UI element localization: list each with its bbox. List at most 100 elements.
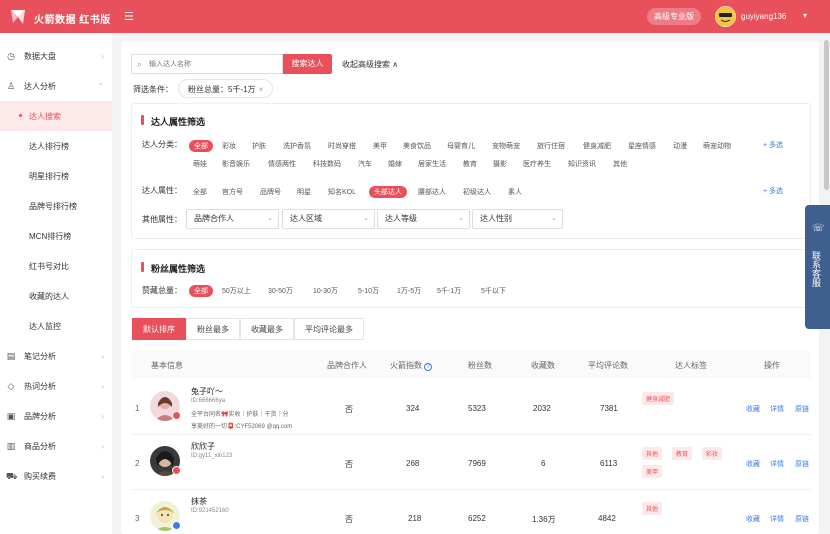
chevron-down-icon[interactable]: ▾ xyxy=(803,11,807,20)
likes-option[interactable]: 5-10万 xyxy=(358,286,379,296)
table-row[interactable]: 3 抹茶 ID:921452160 否 218 6252 1.36万 4842 … xyxy=(131,490,811,534)
tab-most-fans[interactable]: 粉丝最多 xyxy=(186,318,240,340)
sidebar-item-purchase[interactable]: ⛟ 购买续费 › xyxy=(0,461,112,491)
attr-option[interactable]: 明星 xyxy=(297,187,311,197)
attr-option[interactable]: 初级达人 xyxy=(463,187,491,197)
likes-option[interactable]: 10-30万 xyxy=(313,286,338,296)
cart-icon: ⛟ xyxy=(6,471,18,481)
talent-name[interactable]: 抹茶 xyxy=(191,496,207,507)
category-option[interactable]: 医疗养生 xyxy=(523,159,551,169)
category-option[interactable]: 星座情感 xyxy=(628,141,656,151)
collect-link[interactable]: 收藏 xyxy=(746,514,760,524)
sidebar-item-star-ranking[interactable]: 明星排行榜 xyxy=(0,161,112,191)
sidebar-item-dashboard[interactable]: ◷ 数据大盘 › xyxy=(0,41,112,71)
username[interactable]: guyiyang136 xyxy=(741,12,786,21)
category-option[interactable]: 时尚穿搭 xyxy=(328,141,356,151)
category-option[interactable]: 影音娱乐 xyxy=(222,159,250,169)
origin-link[interactable]: 原链 xyxy=(795,404,809,414)
sidebar-item-talent-search[interactable]: 达人搜索 xyxy=(0,101,112,131)
category-option[interactable]: 情感两性 xyxy=(268,159,296,169)
detail-link[interactable]: 详情 xyxy=(770,514,784,524)
category-option[interactable]: 萌宠动物 xyxy=(703,141,731,151)
sidebar-item-talent-ranking[interactable]: 达人排行榜 xyxy=(0,131,112,161)
likes-option[interactable]: 5千以下 xyxy=(481,286,506,296)
attr-option[interactable]: 素人 xyxy=(508,187,522,197)
tab-default-sort[interactable]: 默认排序 xyxy=(132,318,186,340)
advanced-search-toggle[interactable]: 收起高级搜索 ∧ xyxy=(342,59,398,70)
talent-gender-select[interactable]: 达人性别 ⌄ xyxy=(472,209,563,229)
multi-select-attr[interactable]: + 多选 xyxy=(763,186,783,196)
table-row[interactable]: 1 兔子吖～ ID:666666ya 全平台同名🎀实收｜护肤｜干货｜分 享美好的… xyxy=(131,380,811,435)
sidebar-item-note-analysis[interactable]: ▤ 笔记分析 › xyxy=(0,341,112,371)
attr-option[interactable]: 官方号 xyxy=(222,187,243,197)
category-option[interactable]: 健身减肥 xyxy=(583,141,611,151)
filter-condition-tag[interactable]: 粉丝总量：5千-1万 × xyxy=(178,79,274,98)
sidebar-item-mcn-ranking[interactable]: MCN排行榜 xyxy=(0,221,112,251)
sidebar-item-monitor[interactable]: 达人监控 xyxy=(0,311,112,341)
tab-most-collect[interactable]: 收藏最多 xyxy=(240,318,294,340)
collect-link[interactable]: 收藏 xyxy=(746,459,760,469)
fans-filter-section xyxy=(131,249,811,308)
category-option[interactable]: 动漫 xyxy=(673,141,687,151)
category-option[interactable]: 萌娃 xyxy=(193,159,207,169)
menu-collapse-icon[interactable]: ☰ xyxy=(124,10,134,23)
page-scrollbar[interactable] xyxy=(824,40,829,190)
talent-region-select[interactable]: 达人区域 ⌄ xyxy=(282,209,375,229)
talent-level-select[interactable]: 达人等级 ⌄ xyxy=(377,209,470,229)
category-option[interactable]: 美甲 xyxy=(373,141,387,151)
search-button[interactable]: 搜索达人 xyxy=(283,54,332,74)
table-row[interactable]: 2 欣欣子 ID:gy11_xin123 否 268 7969 6 6113 其… xyxy=(131,435,811,490)
detail-link[interactable]: 详情 xyxy=(770,404,784,414)
detail-link[interactable]: 详情 xyxy=(770,459,784,469)
user-avatar[interactable] xyxy=(715,6,736,27)
talent-name[interactable]: 兔子吖～ xyxy=(191,386,223,397)
category-option[interactable]: 护肤 xyxy=(252,141,266,151)
origin-link[interactable]: 原链 xyxy=(795,514,809,524)
rocket-logo-icon[interactable] xyxy=(9,8,27,26)
category-option[interactable]: 汽车 xyxy=(358,159,372,169)
close-icon[interactable]: × xyxy=(259,85,264,94)
sidebar-item-brand-ranking[interactable]: 品牌号排行榜 xyxy=(0,191,112,221)
customer-service-float[interactable]: ☏ 联系客服 xyxy=(805,205,830,329)
category-option[interactable]: 摄影 xyxy=(493,159,507,169)
origin-link[interactable]: 原链 xyxy=(795,459,809,469)
sidebar-item-product-analysis[interactable]: ▥ 商品分析 › xyxy=(0,431,112,461)
attr-option[interactable]: 知名KOL xyxy=(328,187,356,197)
category-option[interactable]: 居家生活 xyxy=(418,159,446,169)
brand-partner-select[interactable]: 品牌合作人 ⌄ xyxy=(186,209,279,229)
category-option[interactable]: 旅行住宿 xyxy=(537,141,565,151)
category-option[interactable]: 彩妆 xyxy=(222,141,236,151)
sidebar-item-brand-analysis[interactable]: ▣ 品牌分析 › xyxy=(0,401,112,431)
attr-option[interactable]: 品牌号 xyxy=(260,187,281,197)
sidebar-item-hotword-analysis[interactable]: ◇ 热词分析 › xyxy=(0,371,112,401)
likes-option[interactable]: 1万-5万 xyxy=(397,286,421,296)
category-option[interactable]: 宠物萌宠 xyxy=(492,141,520,151)
search-box[interactable]: ⌕ xyxy=(131,54,283,74)
sidebar-item-talent-analysis[interactable]: ♙ 达人分析 ⌃ xyxy=(0,71,112,101)
likes-option[interactable]: 5千-1万 xyxy=(437,286,461,296)
category-option[interactable]: 婚嫁 xyxy=(388,159,402,169)
category-option[interactable]: 母婴育儿 xyxy=(447,141,475,151)
help-icon[interactable]: ? xyxy=(424,363,432,371)
likes-option[interactable]: 全部 xyxy=(189,285,213,297)
pro-version-button[interactable]: 高级专业版 xyxy=(647,8,701,25)
talent-name[interactable]: 欣欣子 xyxy=(191,441,215,452)
category-option[interactable]: 知识资讯 xyxy=(568,159,596,169)
category-option[interactable]: 洗护香氛 xyxy=(283,141,311,151)
collect-link[interactable]: 收藏 xyxy=(746,404,760,414)
likes-option[interactable]: 30-50万 xyxy=(268,286,293,296)
category-option[interactable]: 科技数码 xyxy=(313,159,341,169)
attr-option[interactable]: 腰部达人 xyxy=(418,187,446,197)
category-option[interactable]: 美食饮品 xyxy=(403,141,431,151)
attr-option[interactable]: 全部 xyxy=(193,187,207,197)
attr-option[interactable]: 头部达人 xyxy=(369,186,407,198)
multi-select-category[interactable]: + 多选 xyxy=(763,140,783,150)
sidebar-item-compare[interactable]: 红书号对比 xyxy=(0,251,112,281)
likes-option[interactable]: 50万以上 xyxy=(222,286,251,296)
category-option[interactable]: 全部 xyxy=(189,140,213,152)
sidebar-item-favorites[interactable]: 收藏的达人 xyxy=(0,281,112,311)
category-option[interactable]: 其他 xyxy=(613,159,627,169)
category-option[interactable]: 教育 xyxy=(463,159,477,169)
tab-most-comments[interactable]: 平均评论最多 xyxy=(294,318,364,340)
search-input[interactable] xyxy=(149,57,279,71)
